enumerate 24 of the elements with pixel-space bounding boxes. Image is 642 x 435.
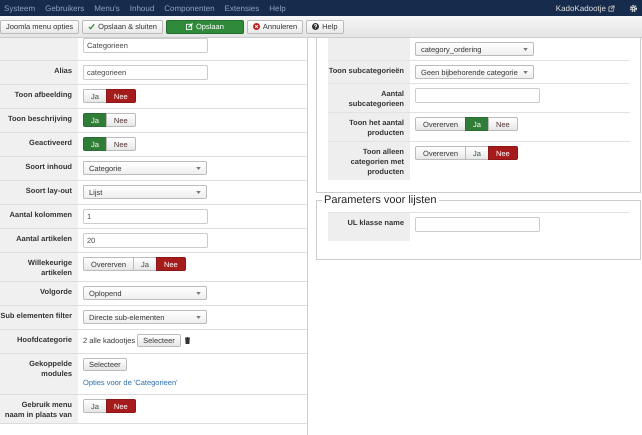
menu-item[interactable]: Help	[269, 4, 286, 12]
menu-item[interactable]: Systeem	[4, 4, 36, 12]
check-icon	[88, 23, 96, 30]
cancel-icon	[252, 23, 260, 30]
caret-icon	[196, 316, 201, 318]
menu-item[interactable]: Extensies	[224, 4, 260, 12]
trash-icon[interactable]	[184, 337, 190, 344]
edit-icon	[186, 23, 193, 30]
menu-item[interactable]: Gebruikers	[45, 4, 84, 12]
menu-item[interactable]: Componenten	[164, 4, 215, 12]
external-link-icon	[608, 4, 615, 12]
menu-item[interactable]: Menu's	[94, 4, 120, 12]
text-field[interactable]	[415, 88, 540, 103]
site-link[interactable]: KadoKadootje	[556, 4, 606, 12]
help-icon	[312, 23, 320, 30]
caret-icon	[196, 166, 201, 170]
caret-icon	[523, 70, 528, 74]
caret-icon	[196, 190, 201, 194]
menu-item[interactable]: Inhoud	[130, 4, 154, 12]
settings-icon[interactable]	[629, 4, 638, 12]
text-field[interactable]	[415, 217, 540, 232]
caret-icon	[523, 48, 528, 50]
fieldset-legend: Parameters voor lijsten	[322, 194, 438, 206]
caret-icon	[196, 292, 201, 294]
